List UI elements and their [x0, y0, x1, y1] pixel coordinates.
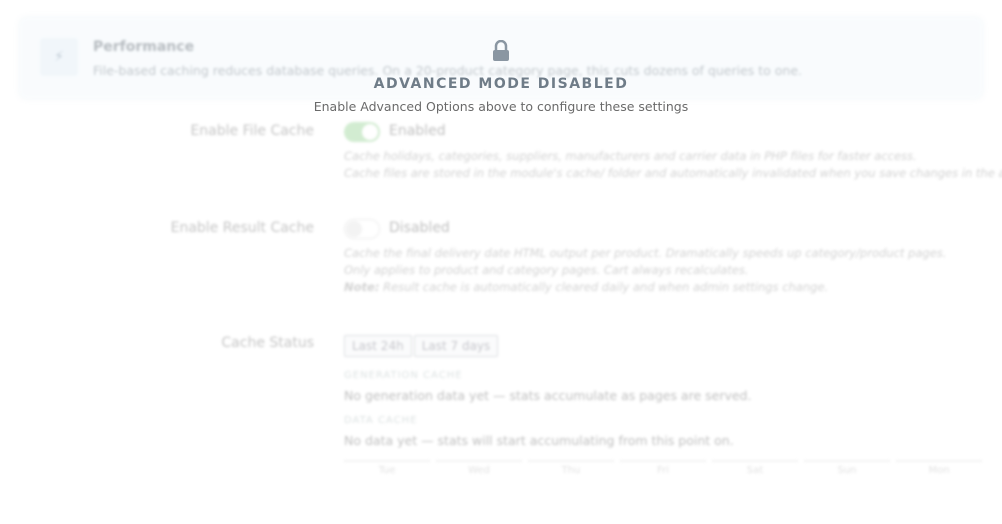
overlay-subtitle: Enable Advanced Options above to configu… [313, 99, 689, 114]
advanced-mode-overlay: ADVANCED MODE DISABLED Enable Advanced O… [0, 0, 1002, 524]
overlay-title: ADVANCED MODE DISABLED [373, 76, 629, 92]
lock-icon [493, 40, 509, 61]
